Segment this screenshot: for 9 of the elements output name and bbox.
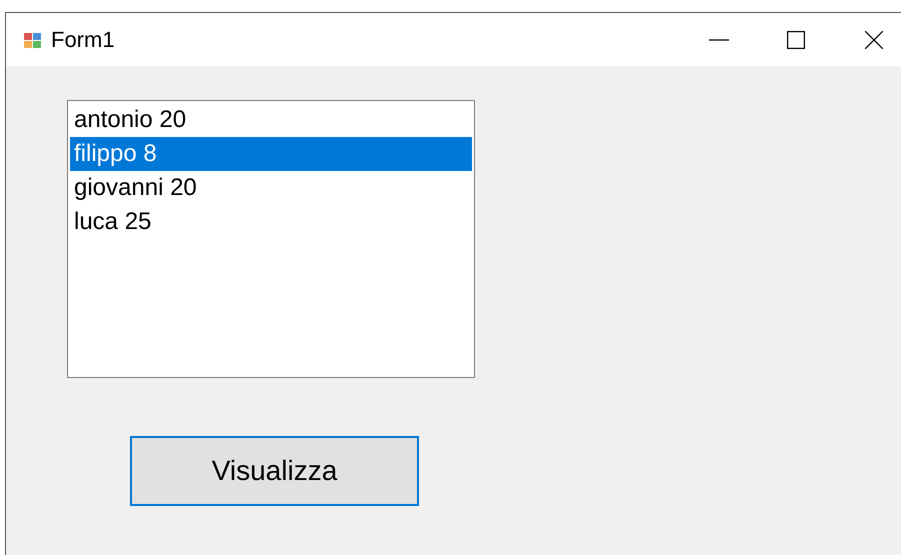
list-item[interactable]: giovanni 20 bbox=[70, 171, 472, 205]
list-box[interactable]: antonio 20 filippo 8 giovanni 20 luca 25 bbox=[67, 100, 475, 378]
list-item[interactable]: luca 25 bbox=[70, 205, 472, 239]
visualizza-button[interactable]: Visualizza bbox=[130, 436, 419, 506]
maximize-icon[interactable] bbox=[787, 30, 805, 48]
close-icon[interactable] bbox=[865, 30, 883, 48]
list-item[interactable]: antonio 20 bbox=[70, 103, 472, 137]
window-title: Form1 bbox=[51, 26, 115, 54]
list-item[interactable]: filippo 8 bbox=[70, 137, 472, 171]
